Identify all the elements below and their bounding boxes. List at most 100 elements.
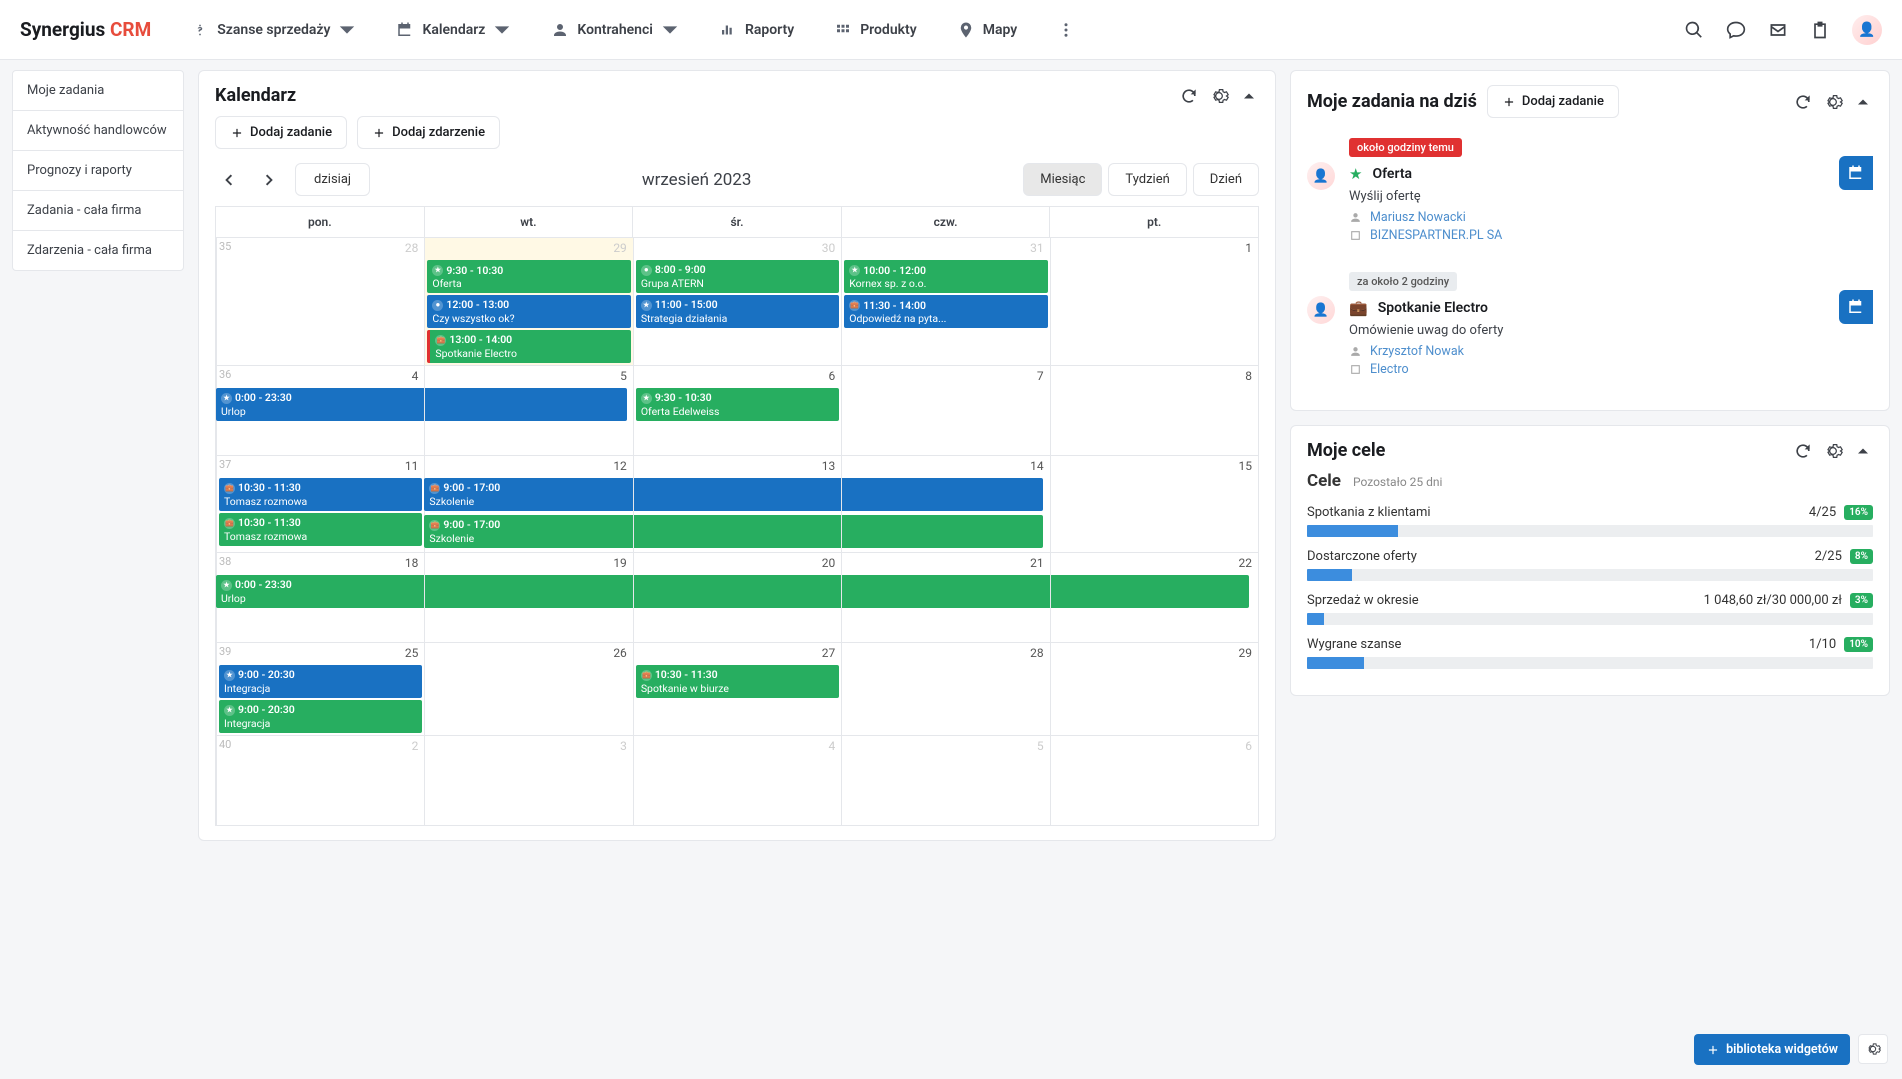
calendar-cell[interactable]: 1 xyxy=(1050,237,1258,365)
calendar-event[interactable]: 10:30 - 11:30Tomasz rozmowa xyxy=(219,513,422,546)
calendar-cell[interactable]: 2710:30 - 11:30Spotkanie w biurze xyxy=(633,642,841,735)
calendar-cell[interactable]: 15 xyxy=(1050,455,1258,552)
calendar-event[interactable]: 10:00 - 12:00Kornex sp. z o.o. xyxy=(844,260,1047,293)
calendar-cell[interactable]: 3 xyxy=(424,735,632,825)
widget-library-button[interactable]: biblioteka widgetów xyxy=(1694,1034,1850,1065)
next-month-button[interactable] xyxy=(255,166,283,194)
chevron-up-icon[interactable] xyxy=(1853,441,1873,461)
calendar-cell[interactable]: 259:00 - 20:30Integracja9:00 - 20:30Inte… xyxy=(216,642,424,735)
calendar-panel: Kalendarz Dodaj zadanie Dodaj zdarzenie … xyxy=(198,70,1276,841)
view-day[interactable]: Dzień xyxy=(1193,163,1259,196)
prev-month-button[interactable] xyxy=(215,166,243,194)
calendar-cell[interactable]: 22 xyxy=(1050,552,1258,642)
dots-vertical-icon xyxy=(1057,21,1075,39)
settings-button[interactable] xyxy=(1858,1034,1888,1064)
chevron-up-icon[interactable] xyxy=(1239,86,1259,106)
sidebar-item[interactable]: Aktywność handlowców xyxy=(13,111,183,151)
search-icon[interactable] xyxy=(1684,20,1704,40)
calendar-cell[interactable]: 8 xyxy=(1050,365,1258,455)
sidebar-item[interactable]: Zadania - cała firma xyxy=(13,191,183,231)
add-event-button[interactable]: Dodaj zdarzenie xyxy=(357,116,500,149)
calendar-cell[interactable]: 13 xyxy=(633,455,841,552)
task-company-link[interactable]: BIZNESPARTNER.PL SA xyxy=(1349,228,1873,243)
calendar-event[interactable]: 13:00 - 14:00Spotkanie Electro xyxy=(427,330,630,363)
calendar-cell[interactable]: 29 xyxy=(1050,642,1258,735)
calendar-cell[interactable]: 28 xyxy=(216,237,424,365)
refresh-icon[interactable] xyxy=(1793,441,1813,461)
calendar-cell[interactable]: 4 xyxy=(633,735,841,825)
user-avatar[interactable]: 👤 xyxy=(1852,15,1882,45)
calendar-event[interactable]: 10:30 - 11:30Tomasz rozmowa xyxy=(219,478,422,511)
calendar-cell[interactable]: 5 xyxy=(424,365,632,455)
tasks-panel: Moje zadania na dziś Dodaj zadanie 👤okoł… xyxy=(1290,70,1890,411)
calendar-event[interactable]: 11:30 - 14:00Odpowiedź na pyta... xyxy=(844,295,1047,328)
task-person-link[interactable]: Krzysztof Nowak xyxy=(1349,344,1873,359)
calendar-event[interactable]: 9:30 - 10:30Oferta Edelweiss xyxy=(636,388,839,421)
calendar-cell[interactable]: 21 xyxy=(841,552,1049,642)
chevron-up-icon[interactable] xyxy=(1853,92,1873,112)
calendar-event[interactable]: 11:00 - 15:00Strategia działania xyxy=(636,295,839,328)
calendar-icon xyxy=(396,21,414,39)
clipboard-icon[interactable] xyxy=(1810,20,1830,40)
calendar-event[interactable]: 9:00 - 20:30Integracja xyxy=(219,665,422,698)
calendar-event[interactable]: 9:00 - 20:30Integracja xyxy=(219,700,422,733)
goal-percent: 16% xyxy=(1844,505,1873,520)
task-item[interactable]: 👤za około 2 godziny💼Spotkanie ElectroOmó… xyxy=(1307,262,1873,396)
calendar-cell[interactable]: 308:00 - 9:00Grupa ATERN11:00 - 15:00Str… xyxy=(633,237,841,365)
calendar-event[interactable]: 9:30 - 10:30Oferta xyxy=(427,260,630,293)
calendar-cell[interactable]: 3110:00 - 12:00Kornex sp. z o.o.11:30 - … xyxy=(841,237,1049,365)
nav-more[interactable] xyxy=(1057,21,1075,39)
goals-sub: Pozostało 25 dni xyxy=(1353,475,1442,489)
task-calendar-button[interactable] xyxy=(1839,290,1873,324)
calendar-cell[interactable]: 299:30 - 10:30Oferta12:00 - 13:00Czy wsz… xyxy=(424,237,632,365)
goal-item: Sprzedaż w okresie1 048,60 zł/30 000,00 … xyxy=(1307,593,1873,625)
chart-icon xyxy=(719,21,737,39)
calendar-cell[interactable]: 26 xyxy=(424,642,632,735)
mail-icon[interactable] xyxy=(1768,20,1788,40)
calendar-cell[interactable]: 19 xyxy=(424,552,632,642)
calendar-cell[interactable]: 28 xyxy=(841,642,1049,735)
nav-maps[interactable]: Mapy xyxy=(957,21,1018,39)
nav-reports[interactable]: Raporty xyxy=(719,21,794,39)
task-person-link[interactable]: Mariusz Nowacki xyxy=(1349,210,1873,225)
gear-icon[interactable] xyxy=(1823,92,1843,112)
view-month[interactable]: Miesiąc xyxy=(1023,163,1102,196)
calendar-cell[interactable]: 6 xyxy=(1050,735,1258,825)
sidebar-item[interactable]: Prognozy i raporty xyxy=(13,151,183,191)
nav-products[interactable]: Produkty xyxy=(834,21,917,39)
refresh-icon[interactable] xyxy=(1179,86,1199,106)
gear-icon[interactable] xyxy=(1823,441,1843,461)
calendar-cell[interactable]: 129:00 - 17:00Szkolenie9:00 - 17:00Szkol… xyxy=(424,455,632,552)
calendar-cell[interactable]: 2 xyxy=(216,735,424,825)
calendar-cell[interactable]: 69:30 - 10:30Oferta Edelweiss xyxy=(633,365,841,455)
nav-contacts[interactable]: Kontrahenci xyxy=(551,21,679,39)
calendar-cell[interactable]: 20 xyxy=(633,552,841,642)
refresh-icon[interactable] xyxy=(1793,92,1813,112)
calendar-cell[interactable]: 7 xyxy=(841,365,1049,455)
calendar-cell[interactable]: 40:00 - 23:30Urlop xyxy=(216,365,424,455)
calendar-event[interactable]: 10:30 - 11:30Spotkanie w biurze xyxy=(636,665,839,698)
sidebar-item[interactable]: Zdarzenia - cała firma xyxy=(13,231,183,270)
nav-sales[interactable]: Szanse sprzedaży xyxy=(191,21,356,39)
calendar-event[interactable]: 8:00 - 9:00Grupa ATERN xyxy=(636,260,839,293)
calendar-cell[interactable]: 5 xyxy=(841,735,1049,825)
calendar-cell[interactable]: 180:00 - 23:30Urlop xyxy=(216,552,424,642)
chat-icon[interactable] xyxy=(1726,20,1746,40)
add-task-button[interactable]: Dodaj zadanie xyxy=(1487,85,1619,118)
task-item[interactable]: 👤około godziny temu★OfertaWyślij ofertęM… xyxy=(1307,128,1873,262)
calendar-event[interactable]: 12:00 - 13:00Czy wszystko ok? xyxy=(427,295,630,328)
bottom-toolbar: biblioteka widgetów xyxy=(1694,1034,1888,1065)
calendar-cell[interactable]: 14 xyxy=(841,455,1049,552)
chevron-down-icon xyxy=(661,21,679,39)
sidebar-item[interactable]: Moje zadania xyxy=(13,71,183,111)
today-button[interactable]: dzisiaj xyxy=(295,163,370,196)
add-task-button[interactable]: Dodaj zadanie xyxy=(215,116,347,149)
logo: Synergius CRM xyxy=(20,18,151,41)
gear-icon[interactable] xyxy=(1209,86,1229,106)
calendar-cell[interactable]: 1110:30 - 11:30Tomasz rozmowa10:30 - 11:… xyxy=(216,455,424,552)
task-calendar-button[interactable] xyxy=(1839,156,1873,190)
task-company-link[interactable]: Electro xyxy=(1349,362,1873,377)
view-week[interactable]: Tydzień xyxy=(1108,163,1186,196)
nav-calendar[interactable]: Kalendarz xyxy=(396,21,511,39)
goal-label: Dostarczone oferty xyxy=(1307,549,1815,564)
